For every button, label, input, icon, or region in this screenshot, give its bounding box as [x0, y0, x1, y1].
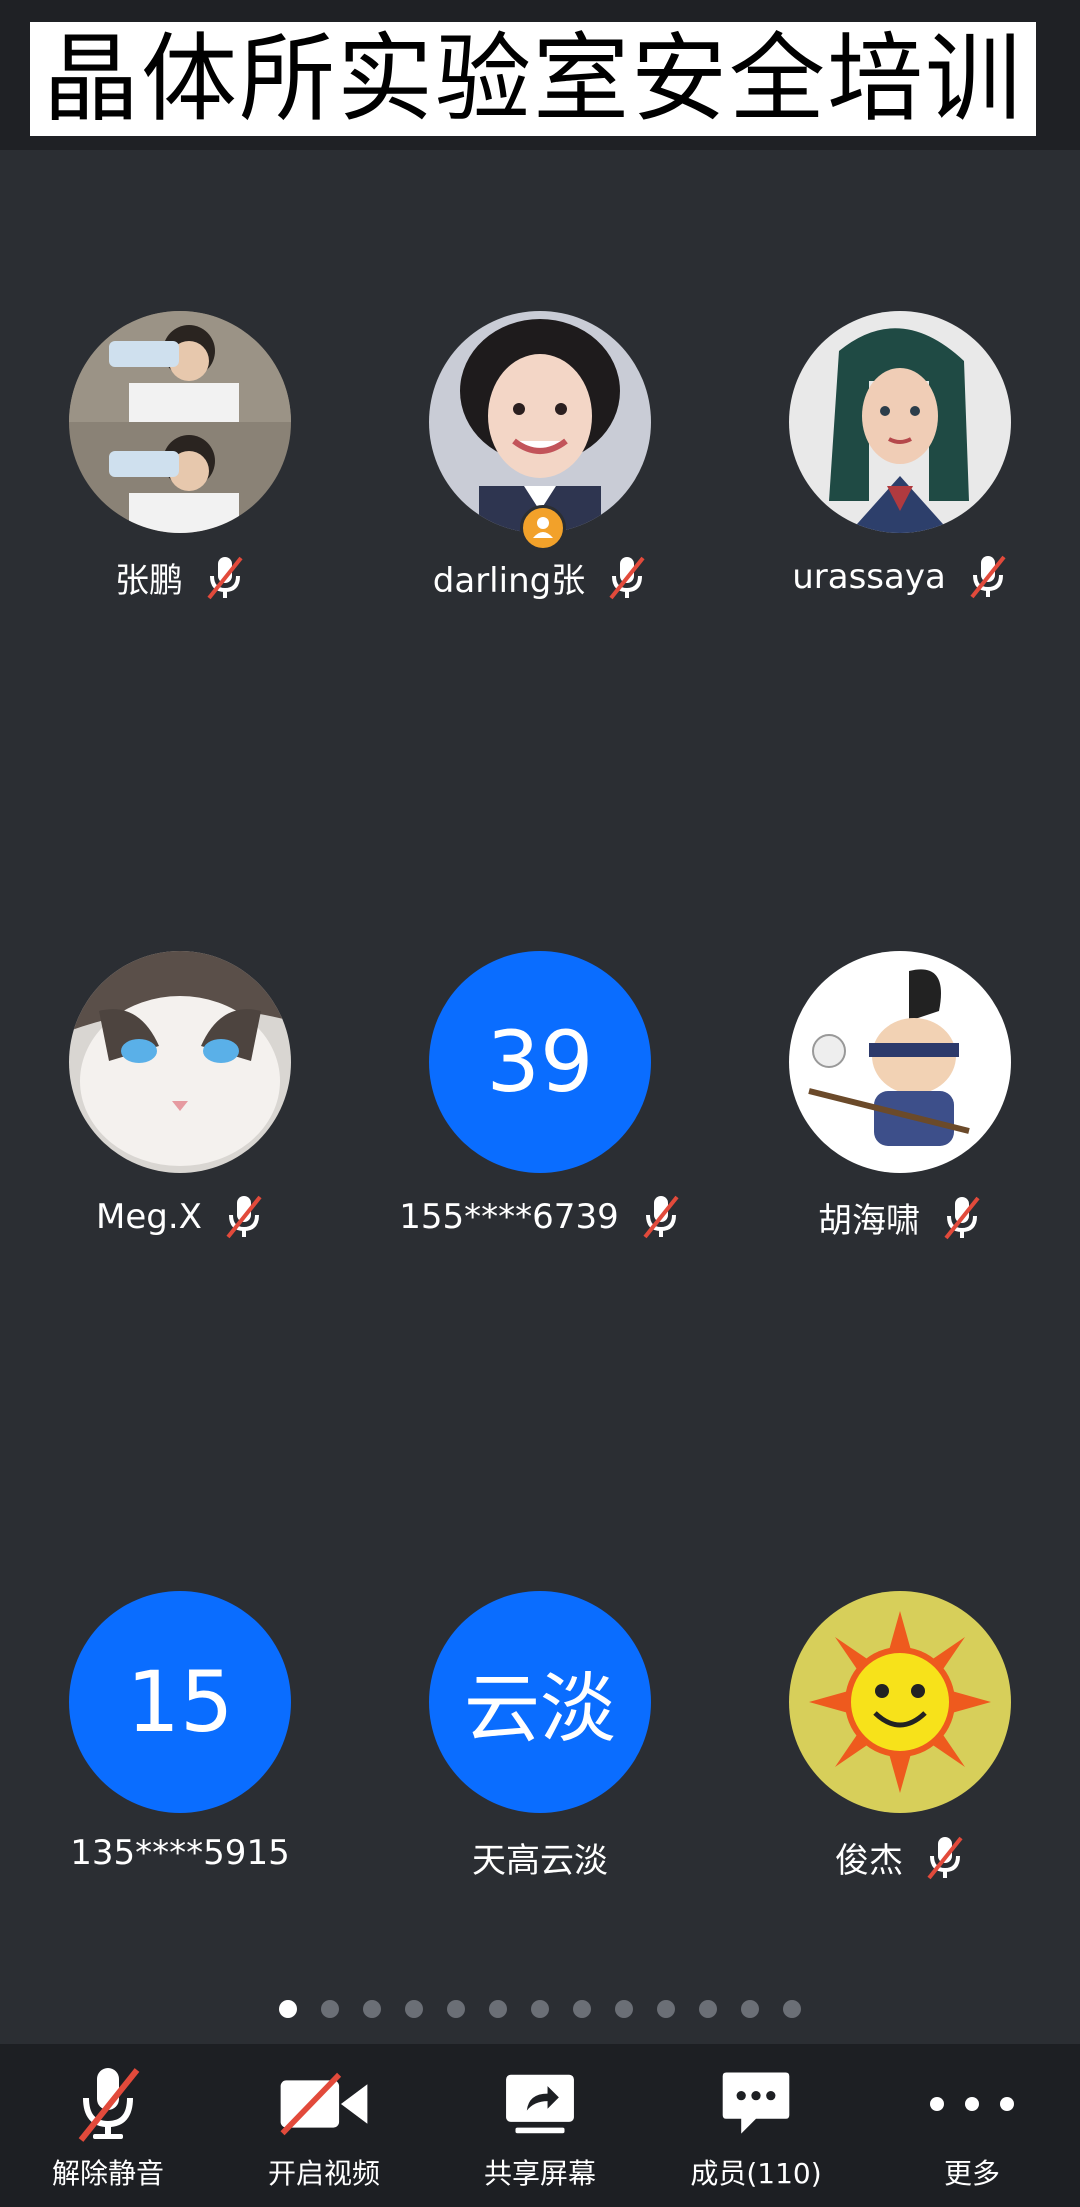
more-icon [922, 2064, 1022, 2144]
start-video-label: 开启视频 [267, 2157, 380, 2190]
unmute-label: 解除静音 [51, 2157, 164, 2190]
mic-muted-icon [641, 1193, 681, 1241]
participant-name: 张鹏 [115, 561, 183, 601]
mic-muted-icon [968, 553, 1008, 601]
participant-name: 俊杰 [835, 1841, 903, 1881]
participant-name: darling张 [432, 561, 586, 601]
mic-muted-icon [607, 554, 647, 602]
page-dot[interactable] [573, 2000, 591, 2018]
photo-avatar-cartoon-heroine [789, 311, 1011, 533]
avatar [789, 1591, 1011, 1813]
page-dot[interactable] [699, 2000, 717, 2018]
mic-muted-icon [224, 1193, 264, 1241]
page-dot[interactable] [321, 2000, 339, 2018]
more-button[interactable]: 更多 [864, 2044, 1080, 2207]
more-label: 更多 [943, 2157, 1000, 2190]
participant-name: 155****6739 [399, 1197, 619, 1237]
participant-name: 天高云淡 [472, 1841, 608, 1881]
photo-avatar-smiling-girl [429, 311, 651, 533]
share-screen-icon [490, 2064, 590, 2144]
avatar: 云淡 [429, 1591, 651, 1813]
photo-avatar-cartoon-character [789, 951, 1011, 1173]
page-dot[interactable] [405, 2000, 423, 2018]
mic-muted-icon [205, 554, 245, 602]
page-dot[interactable] [279, 2000, 297, 2018]
participant-name-row: 俊杰 [720, 1833, 1080, 1882]
video-off-icon [274, 2064, 374, 2144]
participant-name-row: 155****6739 [360, 1193, 720, 1241]
participant-tile[interactable]: Meg.X [0, 790, 360, 1390]
page-dot[interactable] [657, 2000, 675, 2018]
avatar [789, 311, 1011, 533]
unmute-button[interactable]: 解除静音 [0, 2044, 216, 2207]
members-label: 成员(110) [690, 2157, 822, 2190]
participant-grid: 张鹏 darling张 urassaya Meg.X 39 155****673… [0, 150, 1080, 2040]
chat-bubble-icon [706, 2064, 806, 2144]
mic-muted-icon [942, 1194, 982, 1242]
page-dot[interactable] [741, 2000, 759, 2018]
photo-avatar-sun [789, 1591, 1011, 1813]
participant-tile[interactable]: darling张 [360, 150, 720, 750]
avatar: 39 [429, 951, 651, 1173]
avatar-initials: 39 [486, 1013, 594, 1111]
photo-avatar-cat [69, 951, 291, 1173]
meeting-title: 晶体所实验室安全培训 [30, 22, 1036, 136]
share-screen-button[interactable]: 共享屏幕 [432, 2044, 648, 2207]
host-badge-icon [520, 505, 566, 551]
avatar-initials: 15 [126, 1653, 234, 1751]
page-dot[interactable] [489, 2000, 507, 2018]
participant-tile[interactable]: 张鹏 [0, 150, 360, 750]
participant-tile[interactable]: 俊杰 [720, 1430, 1080, 2030]
participant-name: 135****5915 [70, 1833, 290, 1873]
avatar [789, 951, 1011, 1173]
mic-muted-icon [58, 2064, 158, 2144]
participant-tile[interactable]: 云淡 天高云淡 [360, 1430, 720, 2030]
page-dot[interactable] [363, 2000, 381, 2018]
avatar: 15 [69, 1591, 291, 1813]
participant-tile[interactable]: 39 155****6739 [360, 790, 720, 1390]
page-dot[interactable] [447, 2000, 465, 2018]
participant-name: Meg.X [96, 1197, 202, 1237]
avatar [69, 311, 291, 533]
participant-name-row: darling张 [360, 553, 720, 602]
share-screen-label: 共享屏幕 [483, 2157, 596, 2190]
participant-name: 胡海啸 [818, 1201, 920, 1241]
participant-tile[interactable]: 胡海啸 [720, 790, 1080, 1390]
photo-avatar-boy-drinking [69, 311, 291, 533]
page-dot[interactable] [783, 2000, 801, 2018]
avatar [429, 311, 651, 533]
participant-tile[interactable]: 15 135****5915 [0, 1430, 360, 2030]
participant-name-row: 135****5915 [0, 1833, 360, 1873]
avatar [69, 951, 291, 1173]
participant-name: urassaya [792, 557, 946, 597]
participant-name-row: 天高云淡 [360, 1833, 720, 1882]
title-bar: 晶体所实验室安全培训 [0, 0, 1080, 150]
participant-name-row: urassaya [720, 553, 1080, 601]
participant-name-row: Meg.X [0, 1193, 360, 1241]
start-video-button[interactable]: 开启视频 [216, 2044, 432, 2207]
mic-muted-icon [925, 1834, 965, 1882]
page-dot[interactable] [531, 2000, 549, 2018]
page-dot[interactable] [615, 2000, 633, 2018]
page-indicator[interactable] [0, 2000, 1080, 2024]
participant-name-row: 张鹏 [0, 553, 360, 602]
participant-tile[interactable]: urassaya [720, 150, 1080, 750]
members-button[interactable]: 成员(110) [648, 2044, 864, 2207]
avatar-initials: 云淡 [464, 1664, 616, 1753]
meeting-toolbar: 解除静音 开启视频 共享屏幕 成员(110) 更多 [0, 2044, 1080, 2207]
participant-name-row: 胡海啸 [720, 1193, 1080, 1242]
